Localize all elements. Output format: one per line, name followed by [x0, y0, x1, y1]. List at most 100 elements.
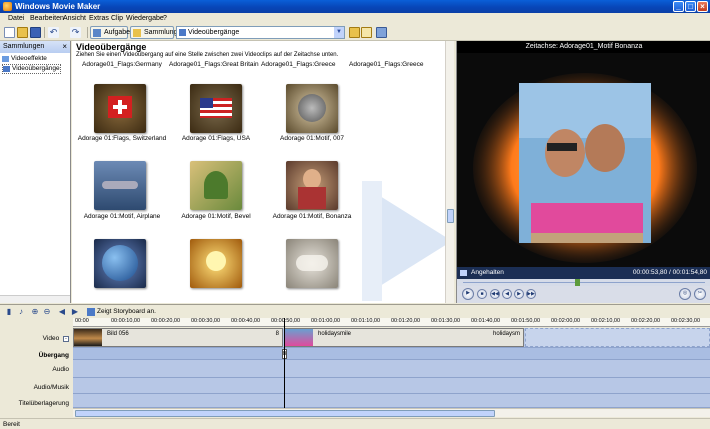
- track-label-transition: Übergang: [38, 352, 69, 359]
- collections-title: Sammlungen: [3, 43, 45, 50]
- motif-sun-icon: [206, 251, 226, 271]
- video-clip[interactable]: Bild 056 8: [73, 328, 283, 347]
- collection-select[interactable]: Videoübergänge ▼: [176, 26, 345, 39]
- transition-tile-007[interactable]: [286, 84, 338, 133]
- ruler-tick: 00:01:20,00: [391, 318, 421, 324]
- header-label: Adorage01_Flags:Greece: [261, 61, 336, 68]
- empty-track-area: [525, 328, 710, 347]
- close-button[interactable]: ×: [697, 1, 708, 12]
- scrollbar-thumb[interactable]: [75, 410, 495, 417]
- ruler-tick: 00:02:20,00: [631, 318, 661, 324]
- menu-extras[interactable]: Extras: [89, 14, 109, 23]
- preview-statusline: Angehalten 00:00:53,80 / 00:01:54,80: [457, 267, 710, 279]
- collections-icon: [133, 29, 141, 37]
- zoom-in-icon[interactable]: ⊕: [30, 307, 40, 317]
- snapshot-button[interactable]: ◎: [679, 288, 691, 300]
- menu-bearbeiten[interactable]: Bearbeiten: [30, 14, 64, 23]
- stop-button[interactable]: ■: [477, 289, 487, 299]
- redo-icon[interactable]: ↷: [70, 27, 81, 38]
- fast-forward-button[interactable]: ▶▶: [526, 289, 536, 299]
- storyboard-icon: [87, 308, 95, 316]
- play-timeline-icon[interactable]: ▶: [70, 307, 80, 317]
- effects-icon: [2, 56, 9, 62]
- rewind-button[interactable]: ◀◀: [490, 289, 500, 299]
- seek-knob[interactable]: [575, 279, 580, 286]
- play-button[interactable]: ▶: [462, 288, 474, 300]
- split-clip-button[interactable]: ✂: [694, 288, 706, 300]
- minimize-button[interactable]: _: [673, 1, 684, 12]
- next-frame-button[interactable]: ▶: [514, 289, 524, 299]
- transition-tile-earth[interactable]: [94, 239, 146, 288]
- transition-tile-usa[interactable]: [190, 84, 242, 133]
- expand-icon[interactable]: -: [63, 336, 69, 342]
- collection-item-label: Videoeffekte: [11, 55, 47, 62]
- collection-item-effects[interactable]: Videoeffekte: [2, 55, 47, 63]
- clip-label: Bild 056: [107, 331, 129, 337]
- content-description: Ziehen Sie einen Videoübergang auf eine …: [76, 52, 339, 58]
- maximize-button[interactable]: □: [685, 1, 696, 12]
- transition-tile-airplane[interactable]: [94, 161, 146, 210]
- menu-datei[interactable]: Datei: [8, 14, 24, 23]
- previous-frame-button[interactable]: ◀: [502, 289, 512, 299]
- transition-tile-bevel[interactable]: [190, 161, 242, 210]
- menu-help[interactable]: ?: [163, 14, 167, 23]
- audio-music-track[interactable]: [73, 378, 710, 394]
- up-folder-icon[interactable]: [349, 27, 360, 38]
- window-title: Windows Movie Maker: [15, 2, 101, 11]
- ruler-tick: 00:00:40,00: [231, 318, 261, 324]
- transition-tile-switzerland[interactable]: [94, 84, 146, 133]
- ruler-tick: 00:00: [75, 318, 89, 324]
- storyboard-button[interactable]: Zeigt Storyboard an.: [87, 308, 156, 316]
- narrate-icon[interactable]: ▮: [4, 307, 14, 317]
- ruler-tick: 00:02:30,00: [671, 318, 701, 324]
- playhead[interactable]: [284, 318, 285, 408]
- rewind-timeline-icon[interactable]: ◀: [57, 307, 67, 317]
- content-scrollbar[interactable]: [445, 41, 454, 303]
- menu-ansicht[interactable]: Ansicht: [63, 14, 86, 23]
- new-project-icon[interactable]: [4, 27, 15, 38]
- transition-tile-fog[interactable]: [286, 239, 338, 288]
- toolbar-separator: [87, 27, 88, 38]
- ruler-tick: 00:00:10,00: [111, 318, 141, 324]
- flag-switzerland-icon: [108, 96, 132, 118]
- transition-label: Adorage 01:Flags, USA: [181, 135, 251, 142]
- zoom-out-icon[interactable]: ⊖: [42, 307, 52, 317]
- ruler-tick: 00:01:30,00: [431, 318, 461, 324]
- menu-wiedergabe[interactable]: Wiedergabe: [126, 14, 164, 23]
- timeline-ruler[interactable]: 00:00 00:00:10,00 00:00:20,00 00:00:30,0…: [73, 318, 710, 327]
- toolbar-separator: [44, 27, 45, 38]
- title-overlay-track[interactable]: [73, 394, 710, 408]
- set-audio-level-icon[interactable]: ♪: [16, 307, 26, 317]
- track-label-title-overlay: Titelüberlagerung: [18, 400, 69, 407]
- view-icon[interactable]: [376, 27, 387, 38]
- transition-label: Adorage 01:Motif, Bevel: [181, 213, 251, 220]
- close-icon[interactable]: ×: [62, 41, 67, 53]
- transition-tile-bonanza[interactable]: [286, 161, 338, 210]
- new-folder-icon[interactable]: [361, 27, 372, 38]
- storyboard-label: Zeigt Storyboard an.: [97, 308, 156, 315]
- ruler-tick: 00:01:50,00: [511, 318, 541, 324]
- collections-button[interactable]: Sammlungen: [130, 26, 185, 39]
- transition-tile-sun[interactable]: [190, 239, 242, 288]
- transition-track[interactable]: B: [73, 348, 710, 360]
- preview-image: [457, 53, 710, 267]
- ruler-tick: 00:00:30,00: [191, 318, 221, 324]
- transitions-icon: [3, 66, 10, 72]
- tasks-button[interactable]: Aufgaben: [90, 26, 134, 39]
- motif-bevel-icon: [204, 171, 228, 199]
- menu-clip[interactable]: Clip: [111, 14, 123, 23]
- save-icon[interactable]: [30, 27, 41, 38]
- video-clip[interactable]: holidaysmile holidaysm: [284, 328, 524, 347]
- seek-bar[interactable]: [457, 279, 710, 286]
- content-title: Videoübergänge: [76, 42, 147, 52]
- timeline-scrollbar[interactable]: [73, 408, 710, 417]
- video-track[interactable]: Bild 056 8 holidaysmile holidaysm: [73, 328, 710, 348]
- track-label-video[interactable]: Video -: [43, 335, 69, 342]
- audio-track[interactable]: [73, 360, 710, 378]
- motif-fog-icon: [296, 255, 328, 271]
- undo-icon[interactable]: ↶: [48, 27, 59, 38]
- open-folder-icon[interactable]: [17, 27, 28, 38]
- scrollbar-thumb[interactable]: [447, 209, 454, 223]
- collection-item-transitions[interactable]: Videoübergänge: [2, 64, 61, 74]
- collections-scrollbar[interactable]: [0, 295, 70, 303]
